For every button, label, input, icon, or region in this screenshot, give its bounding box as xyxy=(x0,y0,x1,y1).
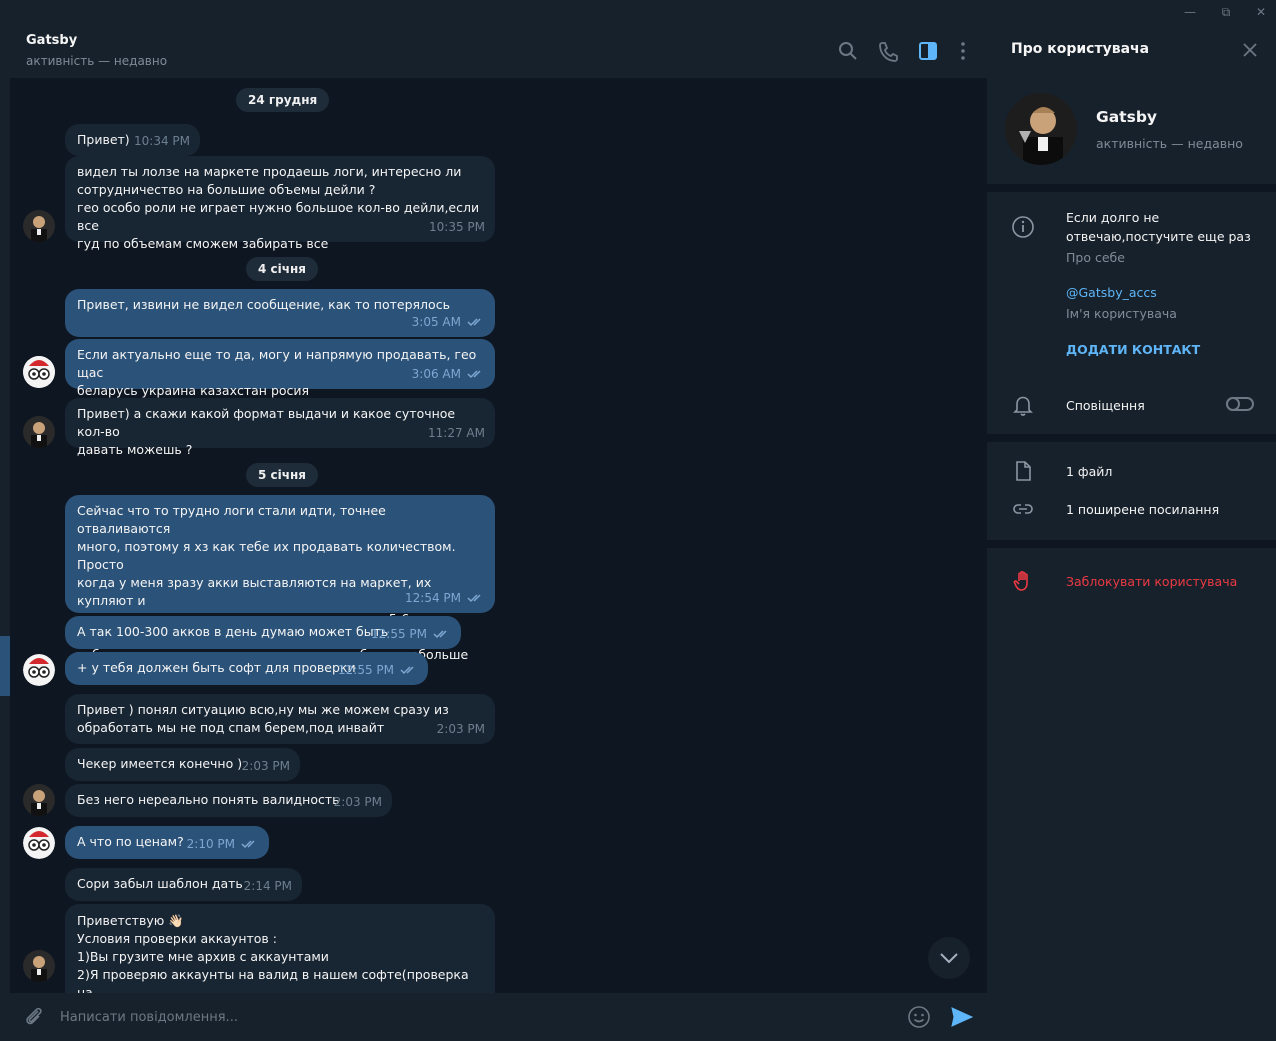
link-icon xyxy=(1013,504,1033,514)
message-outgoing[interactable]: А так 100-300 акков в день думаю может б… xyxy=(65,616,461,649)
message-text: Приветствую 👋🏻 Условия проверки аккаунто… xyxy=(77,913,469,993)
message-incoming[interactable]: Привет) а скажи какой формат выдачи и ка… xyxy=(65,398,495,457)
message-text: Привет, извини не видел сообщение, как т… xyxy=(77,297,450,312)
message-incoming[interactable]: Привет ) понял ситуацию всю,ну мы же мож… xyxy=(65,694,495,744)
my-avatar[interactable] xyxy=(23,654,55,686)
file-icon xyxy=(1016,461,1031,481)
message-composer xyxy=(10,993,987,1041)
sidebar-toggle-icon[interactable] xyxy=(917,40,939,62)
message-time: 12:55 PM xyxy=(371,627,427,641)
contact-avatar[interactable] xyxy=(23,416,55,448)
active-chat-marker xyxy=(0,636,10,696)
message-time: 2:03 PM xyxy=(333,795,382,809)
read-checks-icon xyxy=(241,840,255,849)
info-icon xyxy=(1012,216,1034,238)
date-separator: 24 грудня xyxy=(236,88,330,112)
emoji-icon[interactable] xyxy=(907,1005,931,1029)
bio-label: Про себе xyxy=(1066,250,1125,265)
date-separator: 4 січня xyxy=(246,257,318,281)
username-link[interactable]: @Gatsby_accs xyxy=(1066,283,1157,302)
message-time: 10:35 PM xyxy=(429,220,485,234)
add-contact-button[interactable]: ДОДАТИ КОНТАКТ xyxy=(1066,340,1200,359)
phone-icon[interactable] xyxy=(877,40,899,62)
message-time: 2:14 PM xyxy=(243,879,292,893)
bell-icon xyxy=(1013,396,1033,416)
section-divider xyxy=(987,434,1276,442)
chat-header: Gatsby активність — недавно xyxy=(10,24,987,78)
profile-avatar[interactable] xyxy=(1005,93,1077,165)
search-icon[interactable] xyxy=(837,40,859,62)
message-incoming[interactable]: Без него нереально понять валидность 2:0… xyxy=(65,784,392,817)
message-time: 12:55 PM xyxy=(338,663,394,677)
close-icon[interactable] xyxy=(1242,42,1258,58)
message-outgoing[interactable]: Привет, извини не видел сообщение, как т… xyxy=(65,289,495,337)
message-incoming[interactable]: Чекер имеется конечно ) 2:03 PM xyxy=(65,748,300,781)
profile-status: активність — недавно xyxy=(1096,136,1243,151)
attach-icon[interactable] xyxy=(22,1005,46,1029)
shared-files-item[interactable]: 1 файл xyxy=(1066,462,1112,481)
chat-title[interactable]: Gatsby xyxy=(26,33,77,48)
message-time: 3:06 AM xyxy=(411,367,461,381)
message-outgoing[interactable]: + у тебя должен быть софт для проверки 1… xyxy=(65,652,428,685)
more-icon[interactable] xyxy=(952,40,974,62)
close-window-icon[interactable]: ✕ xyxy=(1243,0,1276,24)
shared-links-item[interactable]: 1 поширене посилання xyxy=(1066,500,1219,519)
contact-avatar[interactable] xyxy=(23,784,55,816)
chevron-down-icon xyxy=(940,953,958,964)
message-outgoing[interactable]: Сейчас что то трудно логи стали идти, то… xyxy=(65,495,495,662)
panel-title: Про користувача xyxy=(1011,41,1150,57)
contact-avatar[interactable] xyxy=(23,210,55,242)
minimize-icon[interactable]: — xyxy=(1172,0,1208,24)
my-avatar[interactable] xyxy=(23,356,55,388)
block-hand-icon xyxy=(1013,570,1028,591)
read-checks-icon xyxy=(400,666,414,675)
message-time: 12:54 PM xyxy=(405,591,461,605)
send-icon[interactable] xyxy=(950,1005,974,1029)
message-text: Привет ) понял ситуацию всю,ну мы же мож… xyxy=(77,702,449,735)
read-checks-icon xyxy=(467,594,481,603)
bio-text[interactable]: Если долго не отвечаю,постучите еще раз xyxy=(1066,208,1251,246)
section-divider xyxy=(987,184,1276,192)
message-text: видел ты лолзе на маркете продаешь логи,… xyxy=(77,164,480,251)
scroll-down-button[interactable] xyxy=(928,937,970,979)
chat-status: активність — недавно xyxy=(26,54,168,68)
message-time: 11:27 AM xyxy=(428,426,485,440)
message-time: 2:03 PM xyxy=(241,759,290,773)
notifications-label: Сповіщення xyxy=(1066,398,1145,413)
contact-avatar[interactable] xyxy=(23,950,55,982)
section-divider xyxy=(987,540,1276,548)
window-titlebar: — ⧉ ✕ xyxy=(0,0,1276,24)
message-time: 3:05 AM xyxy=(411,315,461,329)
message-incoming[interactable]: Привет) 10:34 PM xyxy=(65,124,200,156)
message-time: 2:03 PM xyxy=(436,722,485,736)
user-info-panel: Про користувача Gatsby активність — неда… xyxy=(987,24,1276,1041)
left-strip xyxy=(0,24,10,1041)
message-incoming[interactable]: Сори забыл шаблон дать 2:14 PM xyxy=(65,868,302,901)
username-label: Ім'я користувача xyxy=(1066,306,1177,321)
message-incoming[interactable]: видел ты лолзе на маркете продаешь логи,… xyxy=(65,156,495,251)
message-outgoing[interactable]: А что по ценам? 2:10 PM xyxy=(65,826,269,859)
restore-icon[interactable]: ⧉ xyxy=(1208,0,1244,24)
message-text: Привет) а скажи какой формат выдачи и ка… xyxy=(77,406,456,457)
notifications-toggle[interactable] xyxy=(1226,397,1254,411)
message-outgoing[interactable]: Если актуально еще то да, могу и напряму… xyxy=(65,339,495,398)
read-checks-icon xyxy=(467,370,481,379)
date-separator: 5 січня xyxy=(246,463,318,487)
profile-name: Gatsby xyxy=(1096,108,1158,126)
message-input[interactable] xyxy=(60,1005,880,1029)
message-incoming[interactable]: Приветствую 👋🏻 Условия проверки аккаунто… xyxy=(65,904,495,993)
read-checks-icon xyxy=(433,630,447,639)
message-list[interactable]: 24 грудня Привет) 10:34 PM видел ты лолз… xyxy=(10,78,987,993)
message-time: 10:34 PM xyxy=(134,134,190,148)
read-checks-icon xyxy=(467,318,481,327)
my-avatar[interactable] xyxy=(23,827,55,859)
message-time: 2:10 PM xyxy=(186,837,235,851)
block-user-button[interactable]: Заблокувати користувача xyxy=(1066,572,1237,591)
